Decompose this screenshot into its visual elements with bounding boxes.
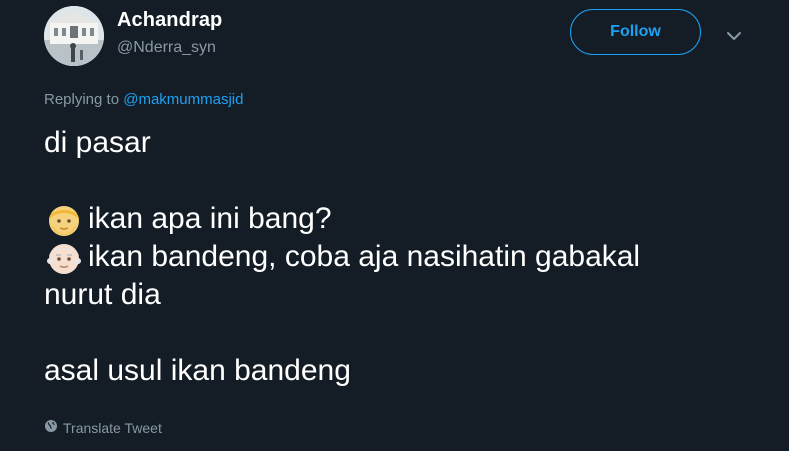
- author-name[interactable]: Achandrap: [117, 9, 222, 32]
- tweet-card: Achandrap @Nderra_syn Follow Replying to…: [0, 0, 789, 451]
- tweet-text: di pasar ikan apa ini bang? ikan bandeng…: [44, 124, 754, 390]
- tweet-line: asal usul ikan bandeng: [44, 354, 351, 387]
- tweet-line: ikan bandeng, coba aja nasihatin gabakal: [44, 238, 754, 276]
- translate-tweet-link[interactable]: Translate Tweet: [44, 419, 162, 436]
- tweet-line-text: ikan bandeng, coba aja nasihatin gabakal: [88, 240, 641, 273]
- replying-to: Replying to @makmummasjid: [44, 91, 243, 108]
- avatar[interactable]: [44, 6, 104, 66]
- author-handle[interactable]: @Nderra_syn: [117, 39, 216, 57]
- tweet-line-text: ikan apa ini bang?: [88, 202, 332, 235]
- tweet-line: di pasar: [44, 126, 151, 159]
- blond-person-emoji-icon: [44, 204, 88, 242]
- older-adult-emoji-icon: [44, 242, 88, 280]
- reply-mention-link[interactable]: @makmummasjid: [123, 91, 243, 108]
- follow-button[interactable]: Follow: [570, 9, 701, 55]
- translate-label[interactable]: Translate Tweet: [63, 420, 162, 436]
- chevron-down-icon[interactable]: [722, 24, 746, 48]
- tweet-line: nurut dia: [44, 278, 161, 311]
- replying-to-prefix: Replying to: [44, 91, 120, 108]
- globe-icon: [44, 419, 58, 436]
- tweet-line: ikan apa ini bang?: [44, 200, 754, 238]
